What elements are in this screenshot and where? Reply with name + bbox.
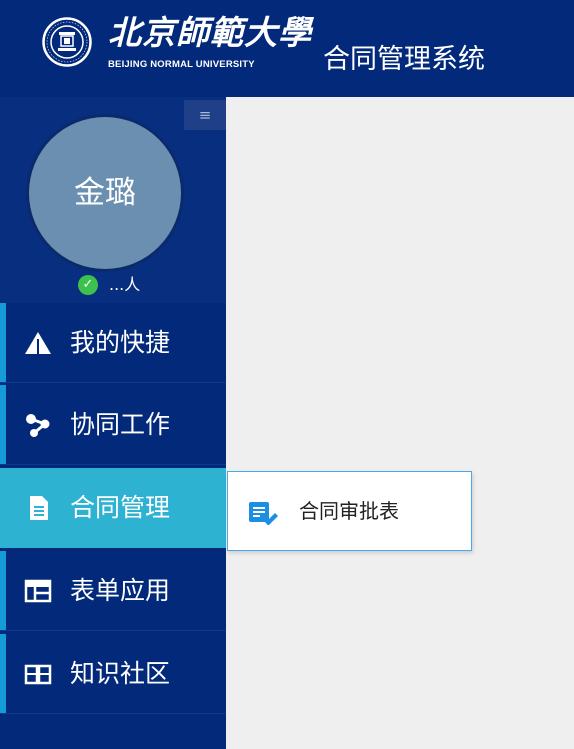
- user-status-text: ...人: [109, 275, 141, 294]
- contract-submenu: 合同审批表: [227, 471, 472, 551]
- sidebar-item-label: 协同工作: [70, 410, 171, 439]
- form-table-icon: [24, 579, 52, 603]
- sidebar-item-label: 知识社区: [70, 659, 171, 688]
- sidebar-item-contract-management[interactable]: 合同管理: [0, 468, 226, 548]
- sidebar-toggle-icon[interactable]: ≡: [184, 100, 226, 130]
- submenu-item-contract-approval[interactable]: 合同审批表: [228, 472, 471, 550]
- book-icon: [24, 664, 52, 685]
- document-icon: [30, 496, 48, 520]
- university-logo-en: BEIJING NORMAL UNIVERSITY: [108, 59, 255, 70]
- sidebar-item-label: 我的快捷: [70, 328, 171, 357]
- warning-triangle-icon: [25, 332, 51, 354]
- avatar[interactable]: 金璐: [29, 117, 181, 269]
- sidebar-item-my-shortcuts[interactable]: 我的快捷: [0, 303, 226, 383]
- user-profile: ≡ 金璐 ✓ ...人: [0, 97, 226, 303]
- submenu-item-label: 合同审批表: [299, 499, 399, 523]
- sidebar-item-label: 合同管理: [70, 493, 171, 522]
- university-logo-cn: 北京師範大學: [108, 13, 312, 52]
- online-status-icon: ✓: [78, 275, 98, 295]
- app-header: 北京師範大學 BEIJING NORMAL UNIVERSITY 合同管理系统: [0, 0, 574, 97]
- sidebar-item-collaboration[interactable]: 协同工作: [0, 385, 226, 465]
- edit-list-icon: [249, 502, 278, 525]
- sidebar: ≡ 金璐 ✓ ...人 我的快捷 协同工作 合同管理 表单应用 知识社区: [0, 97, 226, 749]
- system-title: 合同管理系统: [323, 44, 485, 75]
- menu-indicator: [0, 634, 6, 714]
- menu-indicator: [0, 551, 6, 631]
- menu-indicator: [0, 385, 6, 465]
- sidebar-item-form-apps[interactable]: 表单应用: [0, 551, 226, 631]
- sidebar-item-knowledge-community[interactable]: 知识社区: [0, 634, 226, 714]
- sidebar-item-label: 表单应用: [70, 576, 171, 605]
- menu-indicator: [0, 303, 6, 383]
- share-nodes-icon: [26, 414, 50, 437]
- university-seal-icon: [42, 17, 92, 67]
